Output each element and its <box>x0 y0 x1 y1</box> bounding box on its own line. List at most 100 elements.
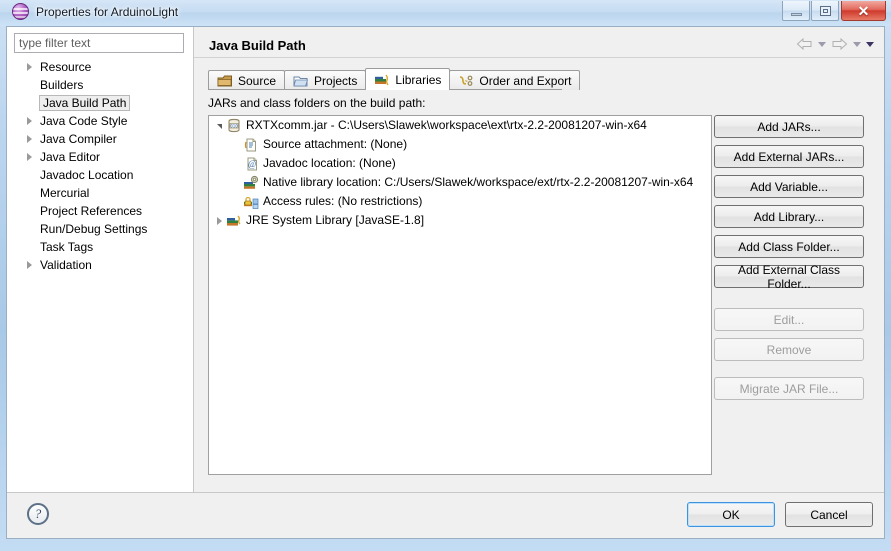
filter-input[interactable] <box>14 33 184 53</box>
help-question-icon[interactable]: ? <box>27 503 49 525</box>
sidebar-item-label: Java Code Style <box>40 113 128 128</box>
chevron-right-icon[interactable] <box>27 63 32 71</box>
svg-text:010: 010 <box>230 123 238 128</box>
ok-button[interactable]: OK <box>687 502 775 527</box>
books-icon <box>374 73 390 87</box>
cancel-button[interactable]: Cancel <box>785 502 873 527</box>
build-path-tabs: Source Projects Libraries Order and Expo… <box>208 68 581 90</box>
svg-text:@: @ <box>248 159 256 169</box>
twisty-expanded-icon[interactable] <box>213 116 226 135</box>
sidebar-item-label: Run/Debug Settings <box>40 221 148 236</box>
open-folder-icon <box>293 74 309 88</box>
add-variable-button[interactable]: Add Variable... <box>714 175 864 198</box>
javadoc-icon: @ <box>243 156 259 172</box>
page-title-divider <box>194 57 884 58</box>
migrate-jar-file-button: Migrate JAR File... <box>714 377 864 400</box>
sidebar-item-run-debug-settings[interactable]: Run/Debug Settings <box>7 220 193 238</box>
sidebar-item-java-compiler[interactable]: Java Compiler <box>7 130 193 148</box>
minimize-button[interactable] <box>782 1 810 21</box>
close-icon: ✕ <box>857 2 870 19</box>
access-rules-icon <box>243 194 259 210</box>
tree-row[interactable]: JRE System Library [JavaSE-1.8] <box>209 211 711 230</box>
tree-row[interactable]: 010 RXTXcomm.jar - C:\Users\Slawek\works… <box>209 116 711 135</box>
add-external-class-folder-button[interactable]: Add External Class Folder... <box>714 263 864 291</box>
settings-nav-panel: Resource Builders Java Build Path Java Code… <box>7 27 194 493</box>
sidebar-item-java-code-style[interactable]: Java Code Style <box>7 112 193 130</box>
sidebar-item-label: Builders <box>40 77 84 92</box>
chevron-right-icon[interactable] <box>27 135 32 143</box>
sidebar-item-label: Project References <box>40 203 143 218</box>
tree-row-label: Source attachment: (None) <box>263 137 408 151</box>
back-arrow-icon[interactable] <box>796 37 813 51</box>
sidebar-item-label: Mercurial <box>40 185 90 200</box>
sidebar-item-javadoc-location[interactable]: Javadoc Location <box>7 166 193 184</box>
sidebar-item-label: Validation <box>40 257 92 272</box>
tab-label: Libraries <box>395 72 442 87</box>
properties-dialog-window: Properties for ArduinoLight ✕ Resource Bu… <box>0 0 891 551</box>
sidebar-item-mercurial[interactable]: Mercurial <box>7 184 193 202</box>
view-menu-chevron-down-icon[interactable] <box>866 41 874 47</box>
tab-label: Source <box>238 73 277 88</box>
sidebar-item-java-editor[interactable]: Java Editor <box>7 148 193 166</box>
tree-row-label: RXTXcomm.jar - C:\Users\Slawek\workspace… <box>246 118 647 132</box>
tree-row[interactable]: Source attachment: (None) <box>209 135 711 154</box>
sidebar-item-builders[interactable]: Builders <box>7 76 193 94</box>
maximize-button[interactable] <box>811 1 839 21</box>
maximize-icon <box>819 5 831 16</box>
sidebar-item-resource[interactable]: Resource <box>7 58 193 76</box>
sidebar-item-label: Resource <box>40 59 92 74</box>
window-title: Properties for ArduinoLight <box>36 4 179 19</box>
back-history-chevron-down-icon[interactable] <box>818 41 826 47</box>
add-jars-button[interactable]: Add JARs... <box>714 115 864 138</box>
sidebar-item-java-build-path[interactable]: Java Build Path <box>7 94 193 112</box>
tree-row-label: Javadoc location: (None) <box>263 156 396 170</box>
tab-source[interactable]: Source <box>208 70 286 90</box>
settings-content-panel: Java Build Path Source Projects Librarie… <box>194 27 884 493</box>
native-library-icon <box>243 175 259 191</box>
add-class-folder-button[interactable]: Add Class Folder... <box>714 235 864 258</box>
settings-nav-tree: Resource Builders Java Build Path Java Code… <box>7 58 193 274</box>
sidebar-item-validation[interactable]: Validation <box>7 256 193 274</box>
dialog-client-area: Resource Builders Java Build Path Java Code… <box>6 26 885 539</box>
tree-row-label: Access rules: (No restrictions) <box>263 194 423 208</box>
add-external-jars-button[interactable]: Add External JARs... <box>714 145 864 168</box>
source-attachment-icon <box>243 137 259 153</box>
sidebar-item-label: Task Tags <box>40 239 94 254</box>
title-bar-left: Properties for ArduinoLight <box>12 3 178 20</box>
sidebar-item-project-references[interactable]: Project References <box>7 202 193 220</box>
order-arrows-icon <box>458 74 474 88</box>
page-nav-buttons <box>796 37 874 51</box>
tab-order-and-export[interactable]: Order and Export <box>449 70 581 90</box>
page-title: Java Build Path <box>209 38 306 53</box>
source-package-icon <box>217 74 233 88</box>
chevron-right-icon[interactable] <box>27 261 32 269</box>
tab-libraries[interactable]: Libraries <box>365 68 451 90</box>
forward-arrow-icon[interactable] <box>831 37 848 51</box>
sidebar-item-label: Java Compiler <box>40 131 117 146</box>
title-bar: Properties for ArduinoLight ✕ <box>0 0 891 26</box>
jre-library-icon <box>226 213 242 229</box>
sidebar-item-label: Java Editor <box>40 149 101 164</box>
tree-row-label: JRE System Library [JavaSE-1.8] <box>246 213 425 227</box>
edit-button: Edit... <box>714 308 864 331</box>
tree-row[interactable]: Access rules: (No restrictions) <box>209 192 711 211</box>
tree-row[interactable]: @ Javadoc location: (None) <box>209 154 711 173</box>
sidebar-item-label: Javadoc Location <box>40 167 134 182</box>
add-library-button[interactable]: Add Library... <box>714 205 864 228</box>
sidebar-item-task-tags[interactable]: Task Tags <box>7 238 193 256</box>
tree-row[interactable]: Native library location: C:/Users/Slawek… <box>209 173 711 192</box>
chevron-right-icon[interactable] <box>27 153 32 161</box>
dialog-footer: ? OK Cancel <box>7 493 884 538</box>
libraries-tree[interactable]: 010 RXTXcomm.jar - C:\Users\Slawek\works… <box>208 115 712 475</box>
tab-label: Order and Export <box>479 73 572 88</box>
minimize-icon <box>790 12 802 16</box>
twisty-collapsed-icon[interactable] <box>213 211 226 230</box>
remove-button: Remove <box>714 338 864 361</box>
tab-projects[interactable]: Projects <box>284 70 367 90</box>
forward-history-chevron-down-icon[interactable] <box>853 41 861 47</box>
jar-file-icon: 010 <box>226 118 242 134</box>
close-button[interactable]: ✕ <box>841 1 886 21</box>
chevron-right-icon[interactable] <box>27 117 32 125</box>
